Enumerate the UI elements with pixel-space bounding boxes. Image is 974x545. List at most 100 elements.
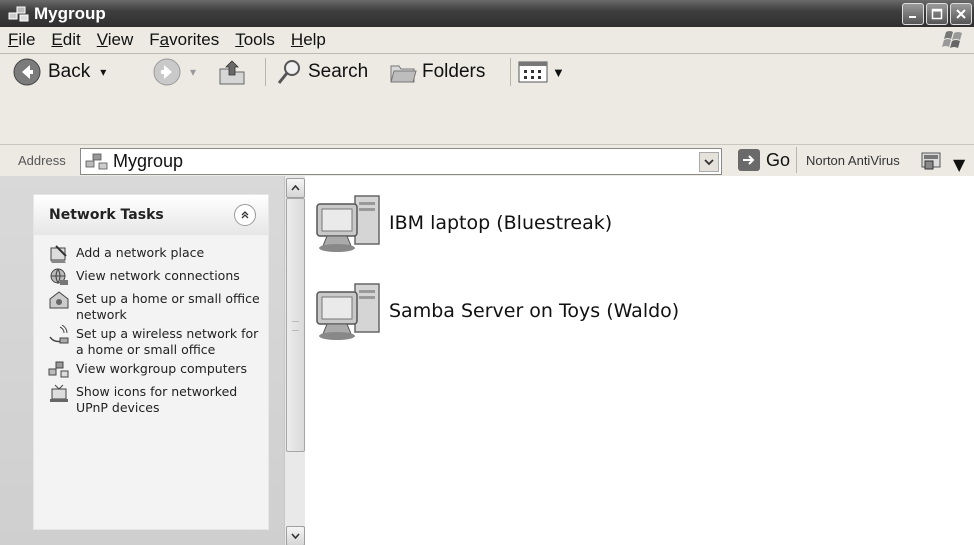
scroll-grip: [292, 321, 299, 331]
workgroup-icon: [8, 6, 29, 21]
toolbar-separator: [265, 58, 266, 86]
back-button[interactable]: Back ▾: [12, 54, 106, 90]
menu-file-label: ile: [18, 30, 36, 49]
menu-file-accel: F: [8, 30, 19, 49]
back-dropdown-icon[interactable]: ▾: [100, 65, 106, 79]
forward-button[interactable]: ▾: [152, 54, 196, 90]
menu-edit[interactable]: Edit: [43, 30, 88, 50]
menu-bar: File Edit View Favorites Tools Help: [0, 27, 974, 54]
home-network-icon: [49, 291, 69, 309]
forward-arrow-icon: [153, 58, 181, 86]
menu-favorites-label: vorites: [169, 30, 220, 49]
task-label: Show icons for networked UPnP devices: [76, 384, 238, 415]
network-tasks-panel: Network Tasks Add a network place View n…: [33, 194, 269, 530]
forward-dropdown-icon[interactable]: ▾: [190, 65, 196, 79]
menu-edit-accel: E: [51, 30, 63, 49]
task-view-network-connections[interactable]: View network connections: [48, 268, 260, 287]
menu-favorites[interactable]: Favorites: [141, 30, 227, 50]
task-label: Set up a wireless network for a home or …: [76, 326, 259, 357]
scroll-thumb[interactable]: [286, 198, 305, 452]
collapse-button[interactable]: [234, 204, 256, 226]
content-area: IBM laptop (Bluestreak) Samba Server on …: [305, 176, 974, 545]
menu-view-accel: V: [96, 30, 108, 49]
chevron-up-icon: [291, 185, 300, 191]
menu-tools-accel: T: [235, 30, 244, 49]
menu-view-label: iew: [107, 30, 134, 49]
task-show-upnp-icons[interactable]: Show icons for networked UPnP devices: [48, 384, 260, 415]
network-connections-icon: [50, 268, 68, 285]
menu-favorites-accel: a: [159, 30, 170, 49]
go-arrow-icon: [738, 149, 760, 171]
views-button[interactable]: ▼: [518, 54, 565, 90]
close-icon: [956, 9, 966, 19]
minimize-button[interactable]: [902, 3, 924, 25]
menu-help[interactable]: Help: [283, 30, 334, 50]
address-separator: [796, 147, 797, 173]
address-dropdown-button[interactable]: [699, 152, 719, 172]
task-view-workgroup-computers[interactable]: View workgroup computers: [48, 361, 260, 380]
views-icon: [518, 61, 548, 83]
go-label: Go: [766, 149, 791, 170]
workgroup-icon: [85, 153, 108, 169]
address-label: Address: [18, 153, 66, 168]
search-label: Search: [308, 61, 369, 82]
task-setup-wireless-network[interactable]: Set up a wireless network for a home or …: [48, 325, 260, 357]
menu-tools[interactable]: Tools: [227, 30, 283, 50]
toolbar-separator: [510, 58, 511, 86]
norton-antivirus-icon[interactable]: [921, 151, 943, 171]
windows-logo-icon: [942, 31, 962, 48]
go-button[interactable]: Go: [738, 149, 790, 171]
title-bar: Mygroup: [0, 0, 974, 27]
views-dropdown-icon[interactable]: ▼: [552, 65, 565, 80]
task-list: Add a network place View network connect…: [48, 245, 260, 419]
task-pane: Network Tasks Add a network place View n…: [0, 176, 285, 545]
address-input[interactable]: Mygroup: [80, 148, 722, 175]
upnp-device-icon: [50, 384, 68, 402]
folders-icon: [390, 65, 417, 83]
up-folder-icon: [219, 60, 245, 85]
computer-icon: [316, 195, 380, 252]
address-bar: Address Mygroup Go Norton AntiVirus ▼: [0, 144, 974, 178]
computer-label: IBM laptop (Bluestreak): [389, 212, 613, 234]
window-title: Mygroup: [34, 3, 106, 23]
scroll-down-button[interactable]: [286, 526, 305, 545]
add-network-place-icon: [50, 245, 67, 263]
back-arrow-icon: [13, 58, 41, 86]
address-value: Mygroup: [113, 151, 184, 171]
computer-icon: [316, 283, 380, 340]
toolbar-spacer: [0, 90, 974, 144]
norton-dropdown-icon[interactable]: ▼: [953, 155, 965, 174]
maximize-icon: [931, 8, 943, 20]
network-computer-item[interactable]: IBM laptop (Bluestreak): [313, 192, 612, 254]
folders-label: Folders: [422, 61, 486, 82]
network-computer-item[interactable]: Samba Server on Toys (Waldo): [313, 280, 679, 342]
menu-tools-label: ools: [243, 30, 275, 49]
menu-help-label: elp: [303, 30, 326, 49]
menu-edit-label: dit: [62, 30, 81, 49]
workgroup-icon: [48, 361, 69, 378]
chevron-up-icon: [241, 211, 249, 219]
network-tasks-title: Network Tasks: [49, 207, 164, 223]
folders-button[interactable]: Folders: [388, 54, 485, 90]
search-button[interactable]: Search: [274, 54, 368, 90]
up-folder-button[interactable]: [216, 54, 248, 90]
task-setup-home-network[interactable]: Set up a home or small office network: [48, 291, 260, 322]
network-tasks-header[interactable]: Network Tasks: [34, 195, 268, 235]
task-label: Add a network place: [76, 245, 205, 260]
menu-help-accel: H: [290, 30, 304, 49]
close-button[interactable]: [950, 3, 972, 25]
maximize-button[interactable]: [926, 3, 948, 25]
standard-toolbar: Back ▾ ▾ Search Folders ▼: [0, 54, 974, 90]
task-pane-scrollbar[interactable]: [284, 176, 305, 545]
task-add-network-place[interactable]: Add a network place: [48, 245, 260, 264]
menu-view[interactable]: View: [89, 30, 142, 50]
computer-label: Samba Server on Toys (Waldo): [389, 300, 680, 322]
norton-antivirus-label[interactable]: Norton AntiVirus: [806, 153, 900, 168]
wireless-network-icon: [49, 325, 69, 344]
task-label: View workgroup computers: [76, 361, 247, 376]
explorer-window: Mygroup File Edit View Favorites Tools H…: [0, 0, 974, 545]
task-label: Set up a home or small office network: [76, 291, 260, 322]
menu-file[interactable]: File: [0, 30, 43, 50]
scroll-up-button[interactable]: [286, 178, 305, 198]
back-label: Back: [48, 61, 91, 82]
